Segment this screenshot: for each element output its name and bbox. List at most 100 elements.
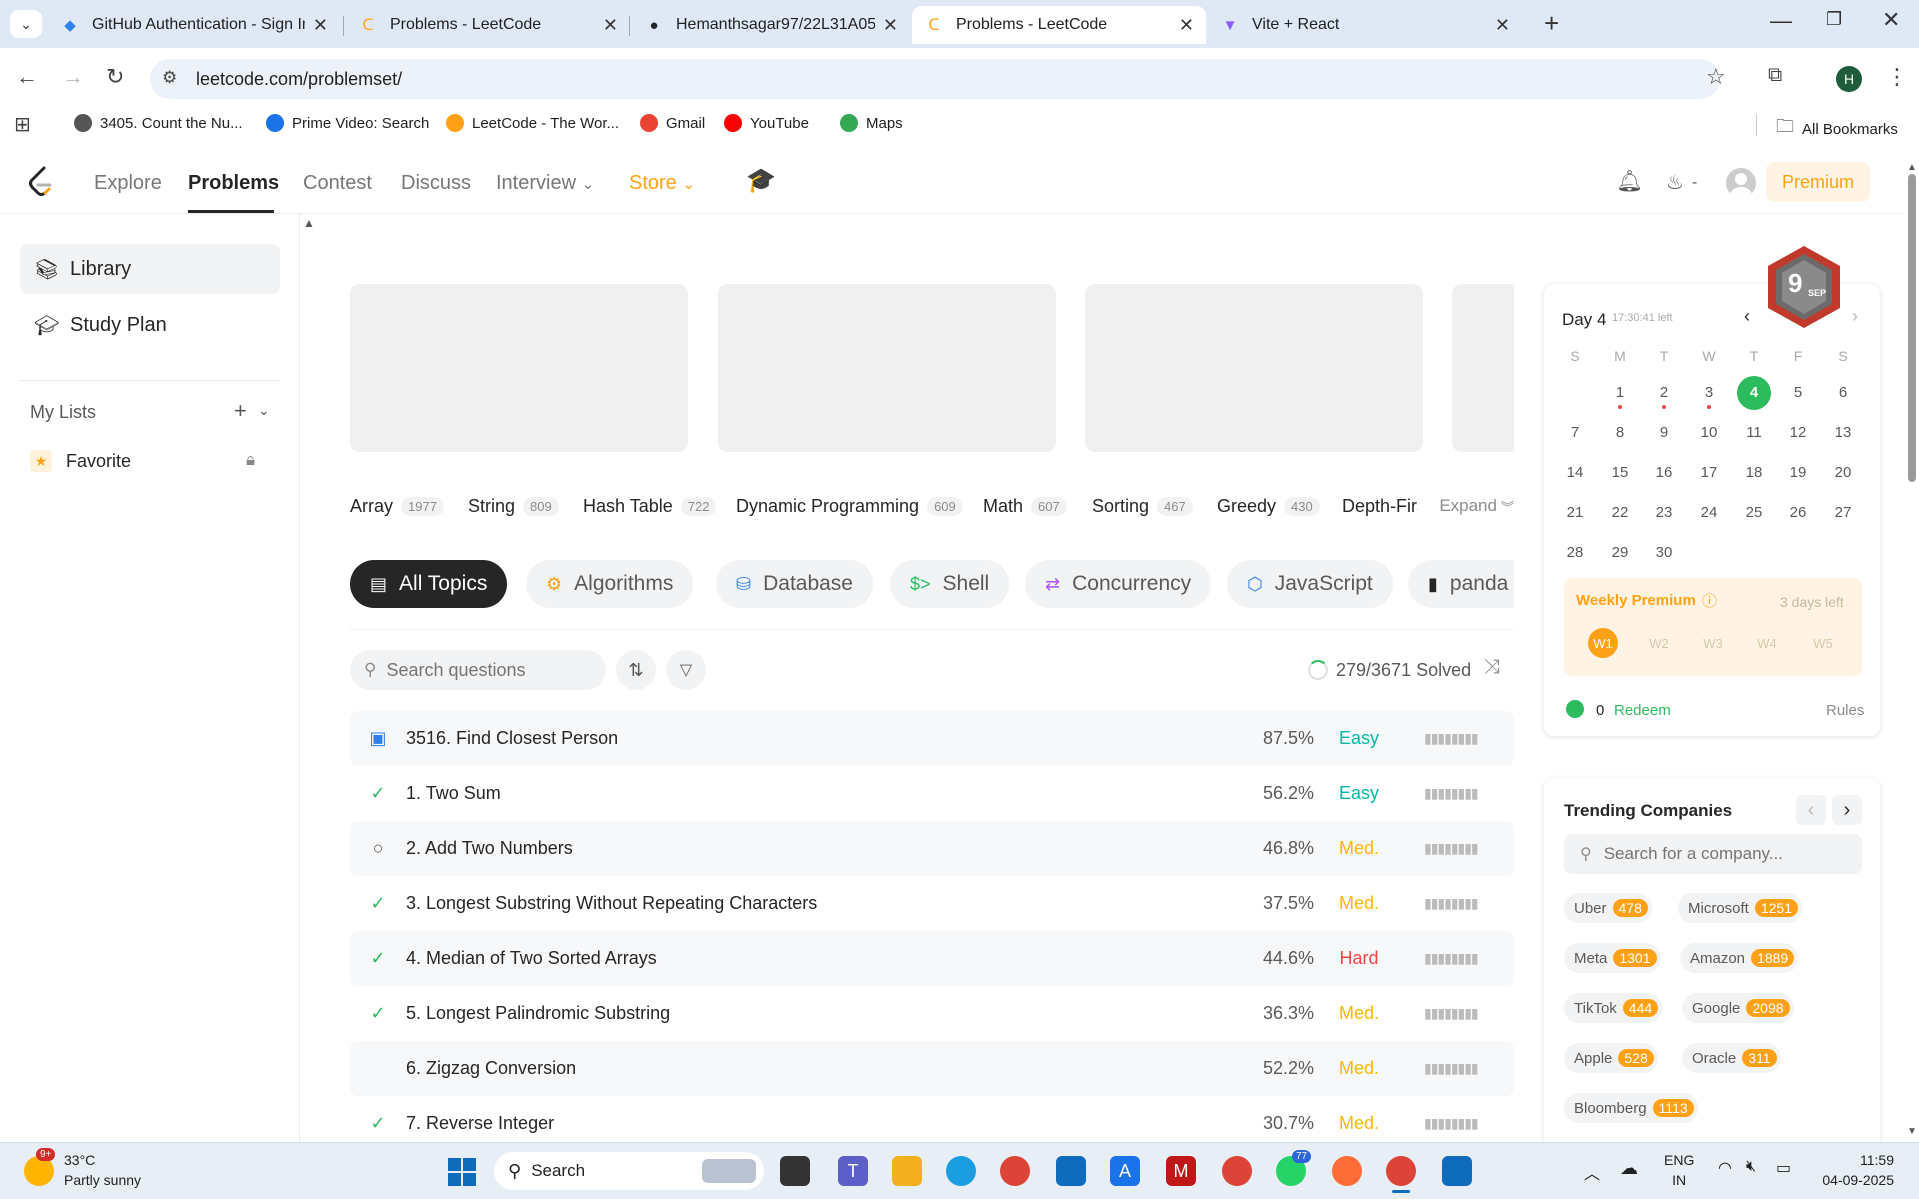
filter-button[interactable]: ▽	[666, 650, 706, 690]
apps-grid-icon[interactable]: ⊞	[14, 112, 31, 137]
minimize-icon[interactable]: —	[1770, 8, 1792, 34]
company-chip[interactable]: Microsoft 1251	[1678, 893, 1802, 923]
topic-tag[interactable]: Math 607	[983, 496, 1067, 517]
chrome-active-icon[interactable]	[1386, 1156, 1416, 1186]
forward-icon[interactable]: →	[62, 64, 84, 90]
bookmark-item[interactable]: YouTube	[724, 114, 809, 132]
bookmark-item[interactable]: LeetCode - The Wor...	[446, 114, 619, 132]
calendar-day[interactable]: 1	[1602, 384, 1638, 401]
company-chip[interactable]: Bloomberg 1113	[1564, 1093, 1698, 1123]
store-icon[interactable]	[1056, 1156, 1086, 1186]
browser-tab[interactable]: ᑕ Problems - LeetCode ✕	[912, 6, 1206, 44]
calendar-day[interactable]: 7	[1557, 424, 1593, 441]
problem-title[interactable]: 7. Reverse Integer	[406, 1113, 1214, 1134]
category-concurrency[interactable]: ⇄ Concurrency	[1025, 560, 1212, 608]
problem-title[interactable]: 6. Zigzag Conversion	[406, 1058, 1214, 1079]
all-bookmarks-button[interactable]: 🗀 All Bookmarks	[1776, 114, 1898, 144]
banner-card-2[interactable]	[718, 284, 1056, 452]
calendar-day[interactable]: 9	[1646, 424, 1682, 441]
company-search-box[interactable]: ⚲	[1564, 834, 1862, 874]
company-chip[interactable]: Apple 528	[1564, 1043, 1658, 1073]
chrome-profile-icon[interactable]	[1222, 1156, 1252, 1186]
problem-row[interactable]: 6. Zigzag Conversion 52.2% Med. ▮▮▮▮▮▮▮▮	[350, 1041, 1514, 1096]
problem-title[interactable]: 1. Two Sum	[406, 783, 1214, 804]
search-box[interactable]: ⚲	[350, 650, 606, 690]
calendar-day[interactable]: 20	[1825, 464, 1861, 481]
add-list-button[interactable]: +	[234, 398, 247, 424]
calendar-day[interactable]: 16	[1646, 464, 1682, 481]
file-explorer-icon[interactable]	[892, 1156, 922, 1186]
search-input[interactable]	[386, 659, 587, 681]
rules-link[interactable]: Rules	[1826, 702, 1864, 719]
problem-row[interactable]: ✓ 3. Longest Substring Without Repeating …	[350, 876, 1514, 931]
problem-title[interactable]: 4. Median of Two Sorted Arrays	[406, 948, 1214, 969]
calendar-day[interactable]: 15	[1602, 464, 1638, 481]
calendar-day[interactable]: 22	[1602, 504, 1638, 521]
calendar-day[interactable]: 4	[1736, 384, 1772, 401]
scroll-down-arrow[interactable]: ▼	[1907, 1126, 1917, 1137]
page-scrollbar[interactable]: ▲ ▼	[1904, 160, 1919, 1142]
taskbar-search[interactable]: ⚲ Search	[494, 1152, 764, 1190]
site-info-icon[interactable]: ⚙	[162, 68, 177, 88]
problem-row[interactable]: ▣ 3516. Find Closest Person 87.5% Easy ▮▮▮▮▮…	[350, 711, 1514, 766]
calendar-day[interactable]: 19	[1780, 464, 1816, 481]
info-icon[interactable]: ⓘ	[1702, 590, 1717, 611]
calendar-day[interactable]: 13	[1825, 424, 1861, 441]
company-chip[interactable]: Google 2098	[1682, 993, 1794, 1023]
shuffle-icon[interactable]: ⤨	[1484, 656, 1500, 679]
graduation-cap-icon[interactable]: 🎓	[746, 166, 776, 195]
mcafee-icon[interactable]: M	[1166, 1156, 1196, 1186]
calendar-day[interactable]: 5	[1780, 384, 1816, 401]
problem-title[interactable]: 3516. Find Closest Person	[406, 728, 1214, 749]
edge-icon[interactable]	[946, 1156, 976, 1186]
show-hidden-icons[interactable]: ︿	[1584, 1160, 1600, 1184]
topic-tag[interactable]: Sorting 467	[1092, 496, 1193, 517]
sidebar-item-favorite[interactable]: ★ Favorite	[30, 450, 131, 472]
windows-start-icon[interactable]	[448, 1158, 476, 1186]
calendar-day[interactable]: 23	[1646, 504, 1682, 521]
user-avatar[interactable]	[1726, 168, 1756, 198]
battery-icon[interactable]: ▭	[1776, 1158, 1791, 1178]
onedrive-icon[interactable]: ☁	[1620, 1158, 1638, 1179]
problem-row[interactable]: ✓ 1. Two Sum 56.2% Easy ▮▮▮▮▮▮▮▮	[350, 766, 1514, 821]
calendar-day[interactable]: 12	[1780, 424, 1816, 441]
close-tab-icon[interactable]: ✕	[1179, 15, 1194, 36]
monthly-badge[interactable]: 9 SEP	[1764, 244, 1844, 330]
calendar-day[interactable]: 27	[1825, 504, 1861, 521]
notification-bell-icon[interactable]: 🔔︎	[1616, 170, 1643, 194]
calendar-day[interactable]: 17	[1691, 464, 1727, 481]
bookmark-item[interactable]: Gmail	[640, 114, 705, 132]
category-javascript[interactable]: ⬡ JavaScript	[1227, 560, 1393, 608]
bookmark-item[interactable]: Maps	[840, 114, 903, 132]
close-window-icon[interactable]: ✕	[1882, 7, 1900, 33]
sort-button[interactable]: ⇅	[616, 650, 656, 690]
browser-tab[interactable]: ᑕ Problems - LeetCode ✕	[346, 6, 630, 44]
calendar-day[interactable]: 29	[1602, 544, 1638, 561]
scrollbar-thumb[interactable]	[1908, 174, 1916, 482]
calendar-day[interactable]: 2	[1646, 384, 1682, 401]
teams-icon[interactable]: T	[838, 1156, 868, 1186]
back-icon[interactable]: ←	[16, 64, 38, 90]
category-shell[interactable]: $> Shell	[890, 560, 1010, 608]
azure-icon[interactable]: A	[1110, 1156, 1140, 1186]
tab-search-button[interactable]: ⌄	[10, 10, 42, 38]
topic-tag[interactable]: Array 1977	[350, 496, 444, 517]
collapse-arrow-icon[interactable]: ▲	[303, 216, 315, 230]
clock[interactable]: 11:59 04-09-2025	[1810, 1150, 1894, 1190]
extensions-icon[interactable]: ⧉	[1768, 64, 1782, 87]
calendar-prev-icon[interactable]: ‹	[1744, 306, 1750, 327]
profile-avatar[interactable]: H	[1836, 66, 1862, 92]
bookmark-item[interactable]: 3405. Count the Nu...	[74, 114, 243, 132]
bookmark-star-icon[interactable]: ☆	[1706, 64, 1726, 90]
browser-tab[interactable]: ◆ GitHub Authentication - Sign In ✕	[48, 6, 340, 44]
topic-tag[interactable]: Dynamic Programming 609	[736, 496, 963, 517]
calendar-next-icon[interactable]: ›	[1852, 306, 1858, 327]
banner-card-3[interactable]	[1085, 284, 1423, 452]
category-all-topics[interactable]: ▤ All Topics	[350, 560, 508, 608]
category-algorithms[interactable]: ⚙ Algorithms	[526, 560, 694, 608]
nav-store[interactable]: Store ⌄	[629, 172, 695, 195]
company-chip[interactable]: TikTok 444	[1564, 993, 1663, 1023]
nav-discuss[interactable]: Discuss	[401, 172, 471, 195]
category-pandas[interactable]: ▮ panda	[1408, 560, 1514, 608]
vscode-icon[interactable]	[1442, 1156, 1472, 1186]
